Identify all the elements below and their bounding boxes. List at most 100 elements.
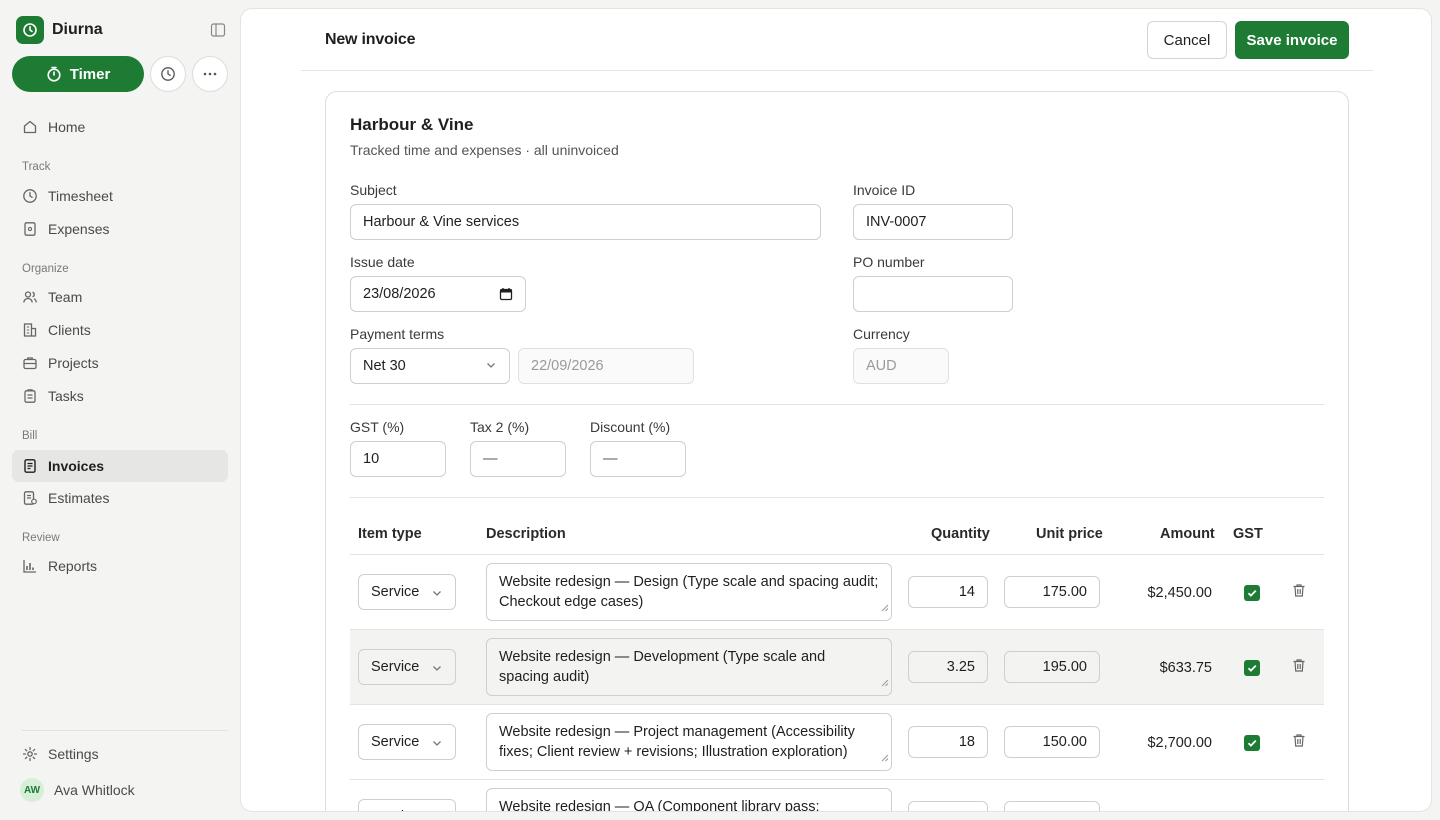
column-header-gst: GST: [1233, 526, 1263, 542]
sidebar-item-timesheet[interactable]: Timesheet: [12, 180, 228, 212]
column-header-unit-price: Unit price: [1036, 526, 1103, 542]
avatar: AW: [20, 778, 44, 802]
subject-input[interactable]: Harbour & Vine services: [350, 204, 821, 240]
item-type-value: Service: [371, 659, 420, 675]
description-textarea[interactable]: Website redesign — Design (Type scale an…: [486, 563, 892, 621]
description-textarea[interactable]: Website redesign — Project management (A…: [486, 713, 892, 771]
sidebar-item-estimates[interactable]: Estimates: [12, 482, 228, 514]
user-menu[interactable]: AW Ava Whitlock: [20, 778, 135, 802]
bar-chart-icon: [22, 558, 38, 574]
unit-price-value: 195.00: [1042, 659, 1087, 675]
description-value: Website redesign — QA (Component library…: [499, 799, 820, 812]
sidebar-item-home[interactable]: Home: [12, 111, 228, 143]
quantity-input[interactable]: 14: [908, 576, 988, 608]
gst-checkbox[interactable]: [1244, 735, 1260, 751]
invoice-icon: [22, 458, 38, 474]
resize-grip-icon[interactable]: [881, 598, 889, 618]
table-row: Service Website redesign — Project manag…: [350, 704, 1324, 779]
chevron-down-icon: [431, 737, 443, 753]
sidebar-item-team[interactable]: Team: [12, 281, 228, 313]
invoice-id-input[interactable]: INV-0007: [853, 204, 1013, 240]
issue-date-input[interactable]: 23/08/2026: [350, 276, 526, 312]
item-type-select[interactable]: Service: [358, 649, 456, 685]
sidebar-item-projects[interactable]: Projects: [12, 347, 228, 379]
invoice-id-label: Invoice ID: [853, 182, 916, 198]
sidebar-item-label: Clients: [48, 322, 91, 338]
client-subtitle: Tracked time and expenses · all uninvoic…: [350, 142, 619, 158]
gear-icon: [22, 746, 38, 762]
client-name: Harbour & Vine: [350, 115, 474, 134]
unit-price-input[interactable]: 195.00: [1004, 651, 1100, 683]
description-textarea[interactable]: Website redesign — QA (Component library…: [486, 788, 892, 812]
sidebar-item-clients[interactable]: Clients: [12, 314, 228, 346]
trash-icon[interactable]: [1292, 733, 1306, 751]
building-icon: [22, 322, 38, 338]
unit-price-input[interactable]: [1004, 801, 1100, 811]
item-type-select[interactable]: Service: [358, 724, 456, 760]
subject-value: Harbour & Vine services: [363, 214, 520, 230]
check-icon: [1247, 664, 1257, 672]
sidebar-item-reports[interactable]: Reports: [12, 550, 228, 582]
quantity-input[interactable]: 3.25: [908, 651, 988, 683]
timer-button[interactable]: Timer: [12, 56, 144, 92]
po-number-input[interactable]: [853, 276, 1013, 312]
currency-label: Currency: [853, 326, 910, 342]
quantity-input[interactable]: 18: [908, 726, 988, 758]
briefcase-icon: [22, 355, 38, 371]
trash-icon[interactable]: [1292, 583, 1306, 601]
resize-grip-icon[interactable]: [881, 673, 889, 693]
page-title: New invoice: [325, 31, 416, 48]
due-date-value: 22/09/2026: [531, 358, 604, 374]
gst-value: 10: [363, 451, 380, 467]
gst-checkbox[interactable]: [1244, 660, 1260, 676]
app-name: Diurna: [52, 21, 103, 38]
gst-input[interactable]: 10: [350, 441, 446, 477]
section-bill: Bill: [22, 430, 38, 442]
more-button[interactable]: [192, 56, 228, 92]
sidebar: Diurna Timer Home Track Timesheet Expens…: [0, 0, 240, 820]
user-name: Ava Whitlock: [54, 782, 135, 798]
sidebar-item-expenses[interactable]: Expenses: [12, 213, 228, 245]
section-track: Track: [22, 161, 51, 173]
item-type-select[interactable]: Service: [358, 574, 456, 610]
chevron-down-icon: [431, 662, 443, 678]
chevron-down-icon: [485, 359, 497, 375]
trash-icon[interactable]: [1292, 658, 1306, 676]
resize-grip-icon[interactable]: [881, 748, 889, 768]
history-button[interactable]: [150, 56, 186, 92]
table-row: Service Website redesign — QA (Component…: [350, 779, 1324, 812]
unit-price-value: 175.00: [1042, 584, 1087, 600]
sidebar-divider: [22, 730, 228, 731]
description-textarea[interactable]: Website redesign — Development (Type sca…: [486, 638, 892, 696]
column-header-item-type: Item type: [358, 526, 422, 542]
sidebar-item-label: Projects: [48, 355, 99, 371]
quantity-input[interactable]: [908, 801, 988, 811]
home-icon: [22, 119, 38, 135]
column-header-quantity: Quantity: [931, 526, 990, 542]
sidebar-toggle-icon[interactable]: [208, 20, 228, 40]
payment-terms-value: Net 30: [363, 358, 406, 374]
discount-input[interactable]: —: [590, 441, 686, 477]
column-header-description: Description: [486, 526, 566, 542]
table-row: Service Website redesign — Development (…: [350, 629, 1324, 704]
description-value: Website redesign — Development (Type sca…: [499, 649, 826, 685]
clock-icon: [22, 188, 38, 204]
item-type-select[interactable]: Service: [358, 799, 456, 811]
unit-price-input[interactable]: 175.00: [1004, 576, 1100, 608]
tax2-input[interactable]: —: [470, 441, 566, 477]
calendar-icon[interactable]: [499, 287, 513, 305]
brand[interactable]: Diurna: [16, 16, 103, 44]
payment-terms-select[interactable]: Net 30: [350, 348, 510, 384]
sidebar-item-tasks[interactable]: Tasks: [12, 380, 228, 412]
quantity-value: 18: [958, 734, 975, 750]
save-invoice-button[interactable]: Save invoice: [1235, 21, 1349, 59]
sidebar-item-settings[interactable]: Settings: [12, 738, 228, 770]
payment-terms-label: Payment terms: [350, 326, 445, 342]
gst-label: GST (%): [350, 419, 405, 435]
stopwatch-icon: [47, 66, 61, 82]
sidebar-item-invoices[interactable]: Invoices: [12, 450, 228, 482]
gst-checkbox[interactable]: [1244, 585, 1260, 601]
quantity-value: 3.25: [946, 659, 975, 675]
unit-price-input[interactable]: 150.00: [1004, 726, 1100, 758]
cancel-button[interactable]: Cancel: [1147, 21, 1227, 59]
